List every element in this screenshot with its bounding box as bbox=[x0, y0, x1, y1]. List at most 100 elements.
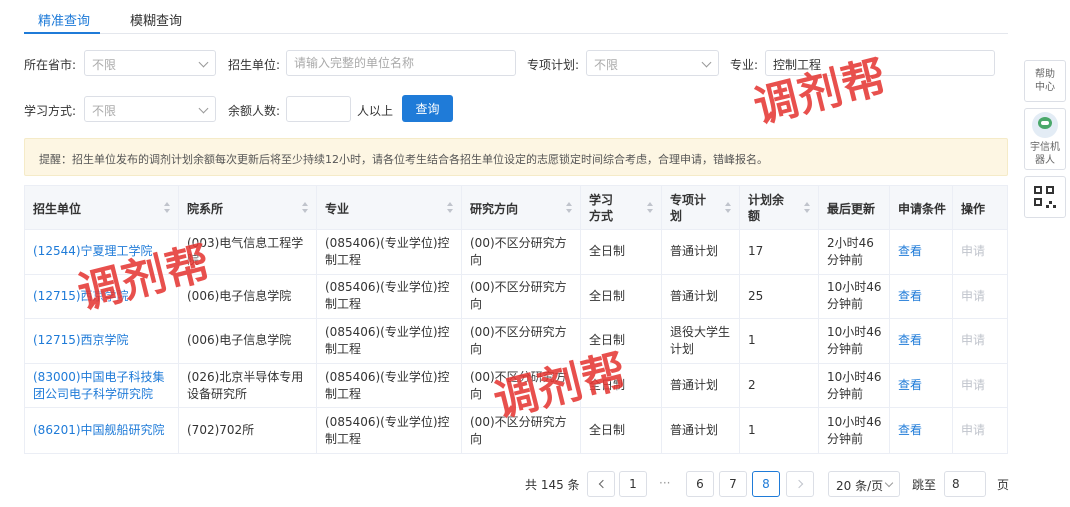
tab-exact-query[interactable]: 精准查询 bbox=[38, 10, 90, 29]
province-select[interactable]: 不限 bbox=[84, 50, 216, 76]
chevron-right-icon bbox=[794, 479, 803, 489]
special-plan-select[interactable]: 不限 bbox=[586, 50, 719, 76]
major-label: 专业: bbox=[730, 58, 759, 72]
pagination-ellipsis[interactable]: ··· bbox=[659, 476, 670, 490]
robot-button[interactable]: 宇信机器人 bbox=[1024, 108, 1066, 170]
pagination-total: 共 145 条 bbox=[525, 478, 580, 492]
view-conditions-link[interactable]: 查看 bbox=[898, 377, 922, 394]
query-tabs: 精准查询 模糊查询 bbox=[24, 0, 1008, 34]
table-row: (12715)西京学院 (006)电子信息学院 (085406)(专业学位)控制… bbox=[25, 274, 1009, 320]
apply-link[interactable]: 申请 bbox=[961, 377, 985, 394]
cell-major: (085406)(专业学位)控制工程 bbox=[317, 274, 462, 319]
study-mode-select[interactable]: 不限 bbox=[84, 96, 216, 122]
cell-action: 申请 bbox=[953, 230, 1009, 274]
qr-code-button[interactable] bbox=[1024, 176, 1066, 218]
header-remaining[interactable]: 计划余额 bbox=[740, 186, 819, 230]
cell-updated: 10小时46分钟前 bbox=[819, 363, 890, 408]
cell-study-mode: 全日制 bbox=[581, 408, 662, 453]
special-plan-value: 不限 bbox=[594, 58, 619, 72]
chevron-down-icon bbox=[701, 57, 712, 68]
cell-conditions: 查看 bbox=[890, 408, 953, 453]
cell-unit[interactable]: (12544)宁夏理工学院 bbox=[25, 230, 179, 274]
apply-link[interactable]: 申请 bbox=[961, 332, 985, 349]
view-conditions-link[interactable]: 查看 bbox=[898, 332, 922, 349]
cell-action: 申请 bbox=[953, 364, 1009, 408]
header-direction[interactable]: 研究方向 bbox=[462, 186, 581, 230]
page-button-6[interactable]: 6 bbox=[686, 471, 714, 497]
cell-updated: 2小时46分钟前 bbox=[819, 230, 890, 274]
cell-unit[interactable]: (12715)西京学院 bbox=[25, 319, 179, 363]
special-plan-label: 专项计划: bbox=[527, 58, 580, 72]
cell-dept: (026)北京半导体专用设备研究所 bbox=[179, 363, 317, 408]
cell-study-mode: 全日制 bbox=[581, 274, 662, 319]
remaining-input[interactable] bbox=[286, 96, 351, 122]
page-button-8[interactable]: 8 bbox=[752, 471, 780, 497]
cell-updated: 10小时46分钟前 bbox=[819, 319, 890, 363]
results-table: 招生单位 院系所 专业 研究方向 学习方式 专项计划 计划余额 最后更新 申请条… bbox=[24, 185, 1008, 454]
cell-remaining: 25 bbox=[740, 274, 819, 319]
page-button-1[interactable]: 1 bbox=[619, 471, 647, 497]
cell-major: (085406)(专业学位)控制工程 bbox=[317, 408, 462, 453]
table-body: (12544)宁夏理工学院 (003)电气信息工程学院 (085406)(专业学… bbox=[25, 230, 1007, 453]
cell-action: 申请 bbox=[953, 319, 1009, 363]
help-center-button[interactable]: 帮助中心 bbox=[1024, 60, 1066, 102]
chevron-down-icon bbox=[198, 103, 209, 114]
study-mode-value: 不限 bbox=[92, 104, 117, 118]
view-conditions-link[interactable]: 查看 bbox=[898, 422, 922, 439]
header-major[interactable]: 专业 bbox=[317, 186, 462, 230]
jump-suffix: 页 bbox=[997, 478, 1010, 492]
jump-label: 跳至 bbox=[912, 478, 937, 492]
robot-label: 宇信机器人 bbox=[1030, 141, 1060, 166]
notice-text: 提醒：招生单位发布的调剂计划余额每次更新后将至少持续12小时，请各位考生结合各招… bbox=[39, 153, 768, 166]
cell-study-mode: 全日制 bbox=[581, 230, 662, 274]
cell-direction: (00)不区分研究方向 bbox=[462, 408, 581, 453]
major-value: 控制工程 bbox=[773, 58, 822, 72]
page-button-7[interactable]: 7 bbox=[719, 471, 747, 497]
jump-page-input[interactable] bbox=[944, 471, 986, 497]
cell-plan: 普通计划 bbox=[662, 363, 740, 408]
remaining-label: 余额人数: bbox=[228, 104, 281, 118]
cell-study-mode: 全日制 bbox=[581, 319, 662, 363]
cell-action: 申请 bbox=[953, 408, 1009, 453]
tab-fuzzy-query[interactable]: 模糊查询 bbox=[130, 10, 182, 29]
page-size-select[interactable]: 20 条/页 bbox=[828, 471, 900, 497]
cell-dept: (003)电气信息工程学院 bbox=[179, 230, 317, 274]
header-updated: 最后更新 bbox=[819, 186, 890, 230]
apply-link[interactable]: 申请 bbox=[961, 243, 985, 260]
major-input[interactable]: 控制工程 bbox=[765, 50, 995, 76]
cell-unit[interactable]: (12715)西京学院 bbox=[25, 274, 179, 319]
unit-input[interactable] bbox=[286, 50, 516, 76]
apply-link[interactable]: 申请 bbox=[961, 288, 985, 305]
cell-unit[interactable]: (86201)中国舰船研究院 bbox=[25, 408, 179, 453]
table-row: (12715)西京学院 (006)电子信息学院 (085406)(专业学位)控制… bbox=[25, 319, 1007, 364]
apply-link[interactable]: 申请 bbox=[961, 422, 985, 439]
page-size-value: 20 条/页 bbox=[836, 479, 884, 493]
robot-avatar-icon bbox=[1032, 111, 1058, 138]
province-value: 不限 bbox=[92, 58, 117, 72]
cell-plan: 普通计划 bbox=[662, 408, 740, 453]
query-button[interactable]: 查询 bbox=[402, 95, 453, 122]
header-study-mode[interactable]: 学习方式 bbox=[581, 186, 662, 230]
cell-plan: 退役大学生计划 bbox=[662, 319, 740, 363]
header-dept[interactable]: 院系所 bbox=[179, 186, 317, 230]
cell-action: 申请 bbox=[953, 275, 1009, 319]
chevron-down-icon bbox=[198, 57, 209, 68]
cell-plan: 普通计划 bbox=[662, 230, 740, 274]
view-conditions-link[interactable]: 查看 bbox=[898, 243, 922, 260]
chevron-left-icon bbox=[598, 479, 607, 489]
cell-major: (085406)(专业学位)控制工程 bbox=[317, 230, 462, 274]
next-page-button[interactable] bbox=[786, 471, 814, 497]
cell-unit[interactable]: (83000)中国电子科技集团公司电子科学研究院 bbox=[25, 363, 179, 408]
cell-direction: (00)不区分研究方向 bbox=[462, 274, 581, 319]
header-unit[interactable]: 招生单位 bbox=[25, 186, 179, 230]
cell-dept: (702)702所 bbox=[179, 408, 317, 453]
cell-dept: (006)电子信息学院 bbox=[179, 319, 317, 363]
cell-direction: (00)不区分研究方向 bbox=[462, 230, 581, 274]
cell-major: (085406)(专业学位)控制工程 bbox=[317, 319, 462, 363]
unit-label: 招生单位: bbox=[228, 58, 281, 72]
view-conditions-link[interactable]: 查看 bbox=[898, 288, 922, 305]
cell-direction: (00)不区分研究方向 bbox=[462, 319, 581, 363]
header-special-plan[interactable]: 专项计划 bbox=[662, 186, 740, 230]
prev-page-button[interactable] bbox=[587, 471, 615, 497]
help-center-label: 帮助中心 bbox=[1035, 69, 1055, 93]
